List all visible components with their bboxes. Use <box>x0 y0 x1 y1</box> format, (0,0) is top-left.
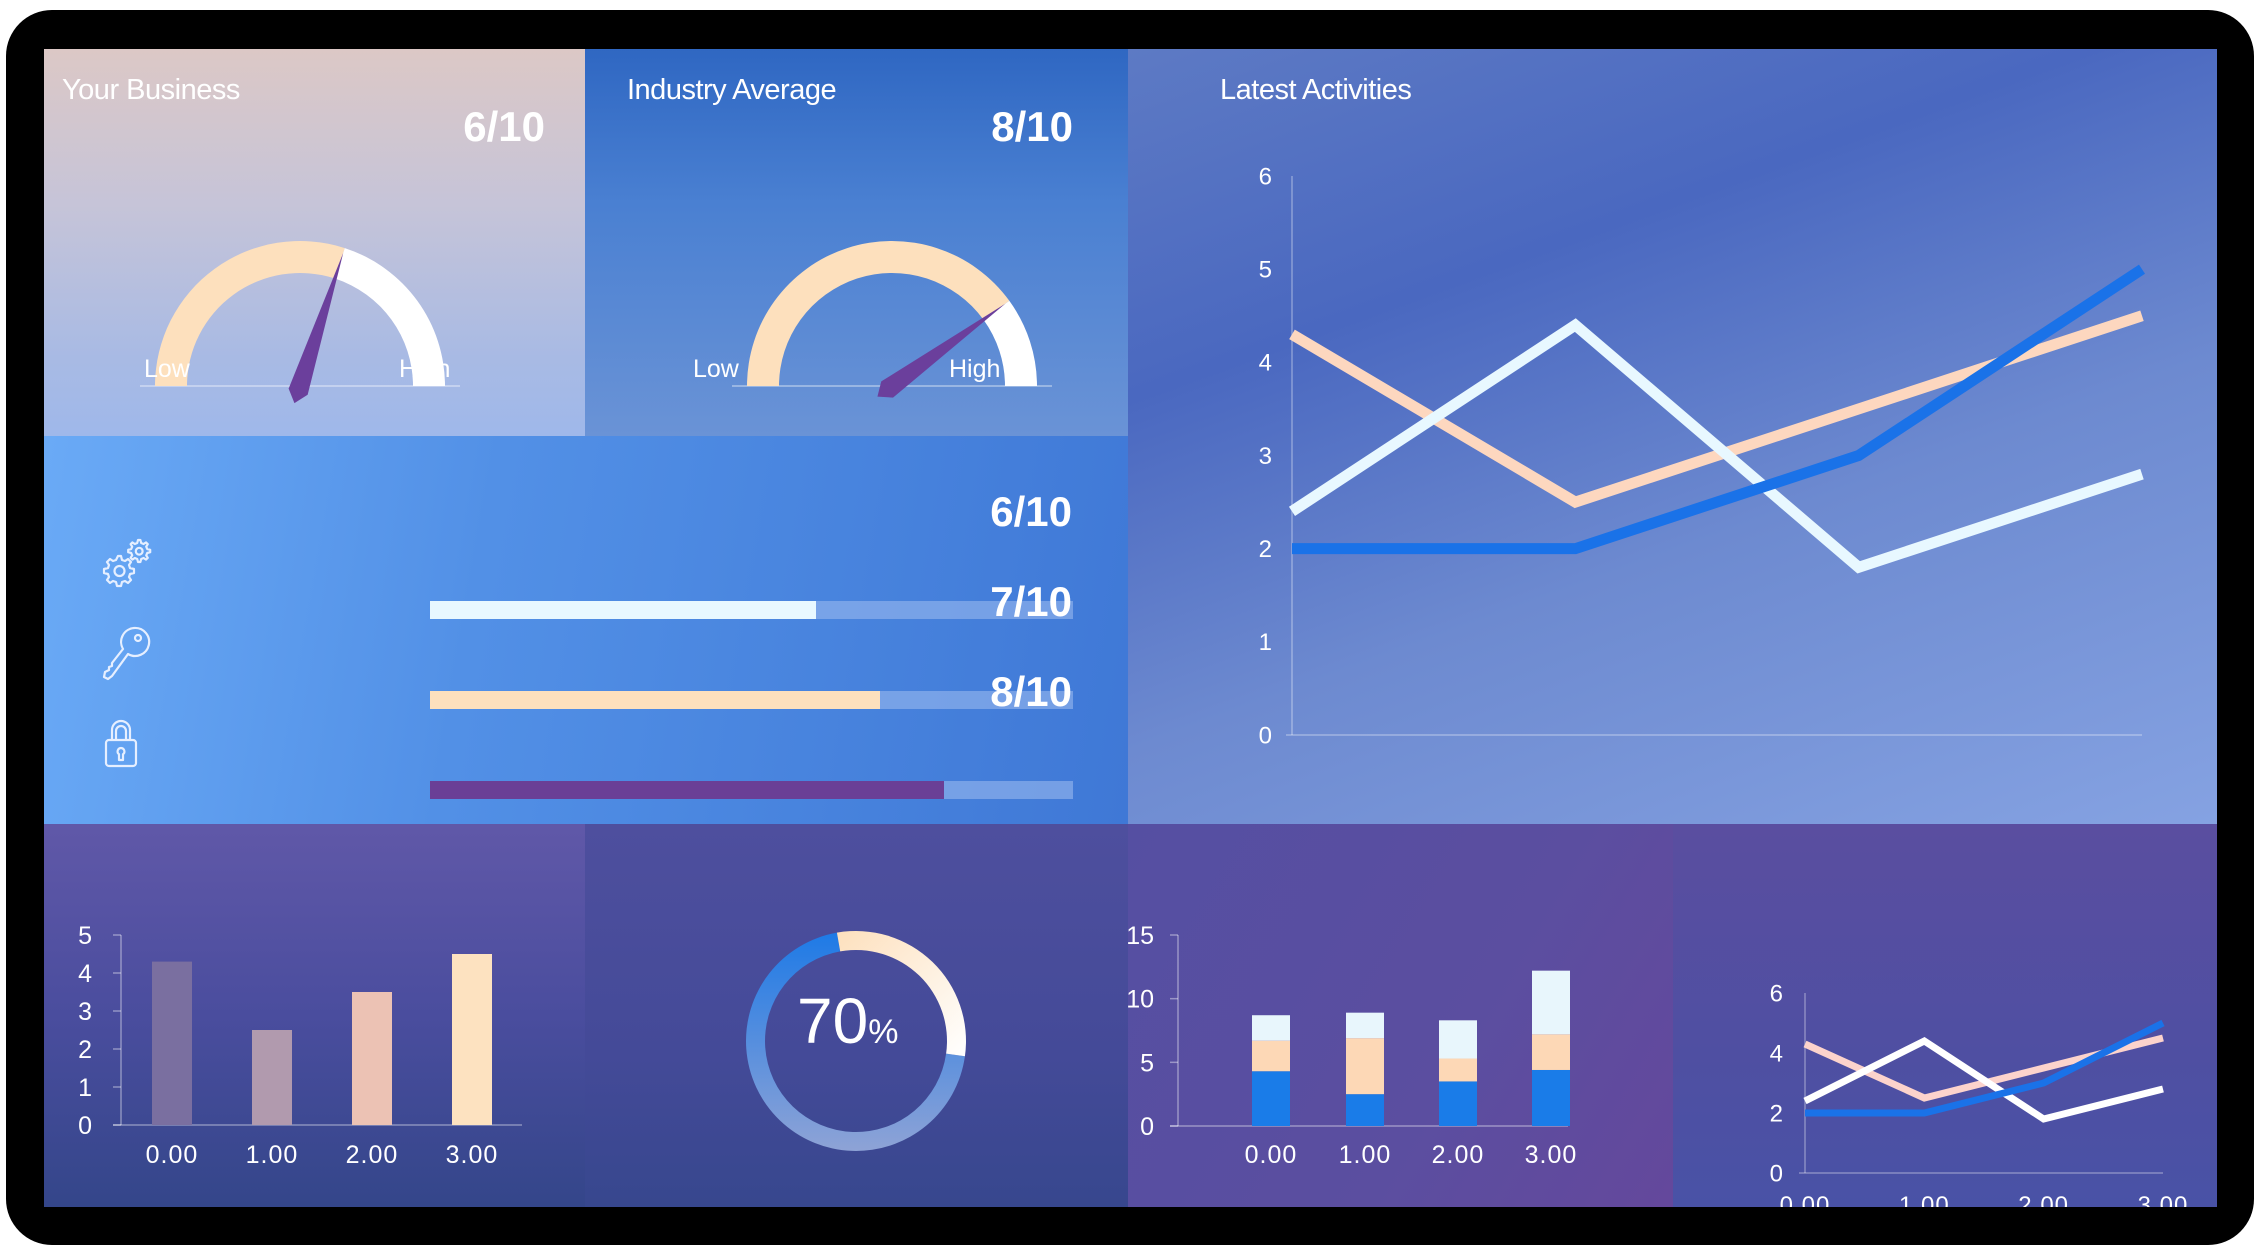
stacked-segment-peach <box>1346 1038 1384 1095</box>
x-tick-label: 2.00 <box>1432 1141 1485 1169</box>
stacked-segment-white <box>1252 1015 1290 1041</box>
stacked-segment-white <box>1532 970 1570 1035</box>
progress-bar-fill <box>430 781 945 799</box>
gauge <box>140 240 460 404</box>
gears-icon <box>96 536 160 600</box>
bar-chart-panel: 0 1 2 3 4 5 0.00 1.00 2.00 3.00 <box>44 824 585 1207</box>
mini-line-panel: 0 2 4 6 0.00 1.00 2.00 3.00 <box>1673 824 2217 1207</box>
stacked-segment-blue <box>1252 1071 1290 1126</box>
x-tick-label: 3.00 <box>446 1141 499 1169</box>
stacked-segment-peach <box>1439 1058 1477 1082</box>
donut-value: 70% <box>797 984 898 1058</box>
y-tick-label: 0 <box>78 1112 92 1140</box>
latest-activities-chart: 0 1 2 3 4 5 6 <box>1259 163 2146 749</box>
gauge-low-label: Low <box>693 355 739 383</box>
y-tick-label: 3 <box>78 998 92 1026</box>
latest-activities-panel: Latest Activities 0123456 <box>1128 49 2217 824</box>
y-tick-label: 5 <box>78 922 92 950</box>
progress-bar <box>430 781 1073 799</box>
lock-icon <box>96 714 160 778</box>
key-icon <box>94 624 158 688</box>
y-tick-label: 1 <box>78 1074 92 1102</box>
bar <box>152 961 192 1125</box>
x-tick-label: 2.00 <box>346 1141 399 1169</box>
y-tick-label: 0 <box>1259 722 1272 749</box>
x-tick-label: 1.00 <box>1339 1141 1392 1169</box>
y-tick-label: 6 <box>1770 980 1783 1007</box>
donut-panel: 70% <box>585 824 1128 1207</box>
mini-line-chart: 0 2 4 6 0.00 1.00 2.00 3.00 <box>1770 980 2189 1207</box>
x-tick-label: 3.00 <box>2138 1192 2189 1207</box>
x-tick-label: 3.00 <box>1525 1141 1578 1169</box>
stacked-segment-blue <box>1439 1081 1477 1126</box>
stacked-segment-peach <box>1252 1040 1290 1072</box>
y-tick-label: 2 <box>78 1036 92 1064</box>
y-tick-label: 10 <box>1128 986 1154 1014</box>
x-tick-label: 0.00 <box>146 1141 199 1169</box>
score-label: 7/10 <box>990 578 1072 625</box>
y-tick-label: 4 <box>78 960 92 988</box>
stacked-segment-white <box>1346 1012 1384 1039</box>
y-tick-label: 1 <box>1259 629 1272 656</box>
stacked-bar-panel: 0 5 10 15 0.00 1.00 2.00 3.00 <box>1128 824 1673 1207</box>
bar <box>452 954 492 1125</box>
y-tick-label: 15 <box>1128 922 1154 950</box>
gauge-low-label: Low <box>144 355 190 383</box>
y-tick-label: 0 <box>1140 1113 1154 1141</box>
gauge-needle <box>288 252 344 404</box>
stacked-segment-blue <box>1532 1069 1570 1126</box>
gauge-high-label: High <box>949 355 1001 383</box>
score-label: 6/10 <box>990 488 1072 535</box>
gauge-high-label: High <box>399 355 451 383</box>
y-tick-label: 2 <box>1259 536 1272 563</box>
industry-average-panel: Industry Average 8/10 Low High <box>585 49 1128 436</box>
y-tick-label: 5 <box>1259 257 1272 284</box>
progress-bar-fill <box>430 691 881 709</box>
y-tick-label: 3 <box>1259 443 1272 470</box>
y-tick-label: 5 <box>1140 1049 1154 1077</box>
donut-number: 70 <box>797 985 869 1057</box>
stacked-segment-white <box>1439 1020 1477 1059</box>
stacked-segment-blue <box>1346 1094 1384 1126</box>
stacked-segment-peach <box>1532 1034 1570 1070</box>
your-business-panel: Your Business 6/10 Low High <box>44 49 585 436</box>
x-tick-label: 0.00 <box>1780 1192 1831 1207</box>
gauge <box>732 241 1052 398</box>
stacked-bar-chart: 0 5 10 15 0.00 1.00 2.00 3.00 <box>1128 922 1578 1169</box>
series-line-peach <box>1289 310 2144 509</box>
y-tick-label: 4 <box>1770 1040 1783 1067</box>
progress-bar <box>430 691 1073 709</box>
x-tick-label: 2.00 <box>2018 1192 2069 1207</box>
x-tick-label: 0.00 <box>1245 1141 1298 1169</box>
bar <box>352 992 392 1125</box>
progress-bar-fill <box>430 601 816 619</box>
dashboard-screen: Your Business 6/10 Low High Industry Ave… <box>44 49 2217 1207</box>
progress-bar <box>430 601 1073 619</box>
bar-chart: 0 1 2 3 4 5 0.00 1.00 2.00 3.00 <box>78 922 522 1169</box>
y-tick-label: 0 <box>1770 1160 1783 1187</box>
y-tick-label: 2 <box>1770 1100 1783 1127</box>
y-tick-label: 4 <box>1259 350 1272 377</box>
score-label: 8/10 <box>990 668 1072 715</box>
y-tick-label: 6 <box>1259 163 1272 190</box>
scores-panel: 6/10 7/10 8/10 <box>44 436 1128 824</box>
x-tick-label: 1.00 <box>1899 1192 1950 1207</box>
donut-unit: % <box>868 1013 899 1051</box>
bar <box>252 1030 292 1125</box>
x-tick-label: 1.00 <box>246 1141 299 1169</box>
